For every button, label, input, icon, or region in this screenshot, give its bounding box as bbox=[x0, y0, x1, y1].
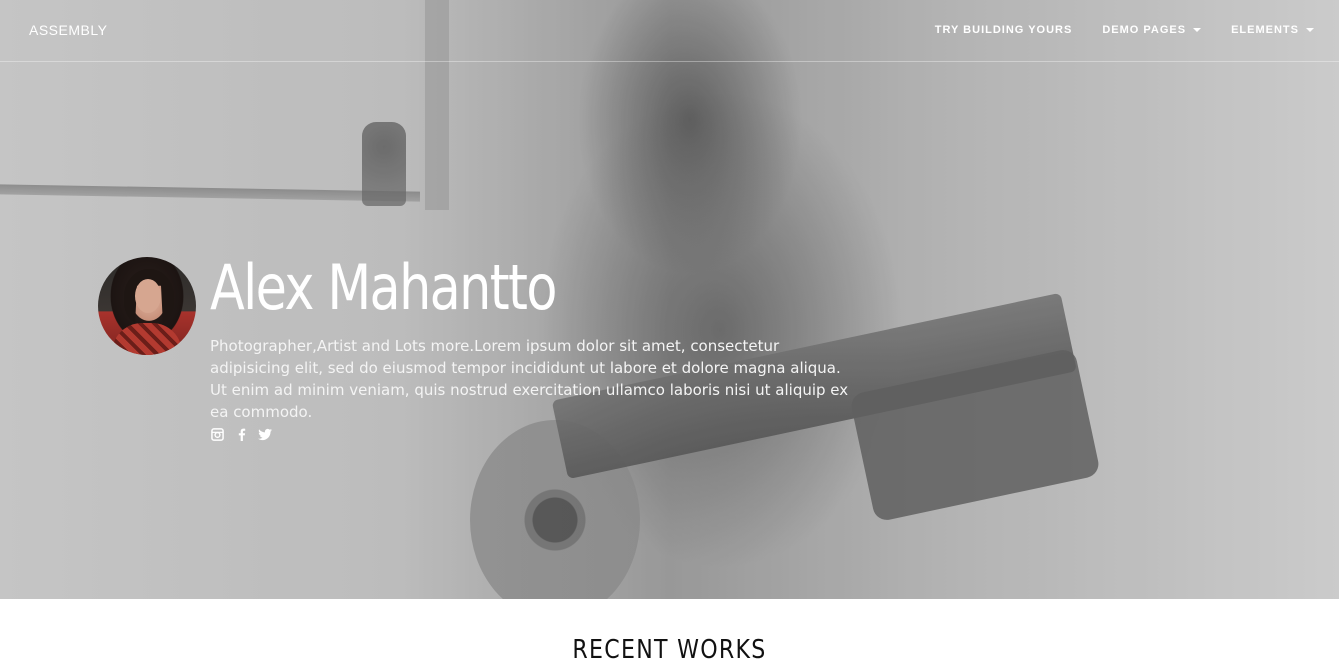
nav-link-try-building[interactable]: TRY BUILDING YOURS bbox=[935, 24, 1073, 36]
top-navbar: ASSEMBLY TRY BUILDING YOURS DEMO PAGES E… bbox=[0, 0, 1339, 62]
hero-overlay bbox=[0, 0, 1339, 599]
nav-link-label: ELEMENTS bbox=[1231, 24, 1299, 36]
nav-links: TRY BUILDING YOURS DEMO PAGES ELEMENTS bbox=[905, 24, 1314, 36]
hero-background-image bbox=[0, 0, 1339, 599]
recent-works-heading: RECENT WORKS bbox=[572, 635, 767, 665]
nav-link-demo-pages[interactable]: DEMO PAGES bbox=[1102, 24, 1202, 36]
brand-logo[interactable]: ASSEMBLY bbox=[29, 22, 107, 38]
profile-avatar bbox=[98, 257, 196, 355]
facebook-icon[interactable] bbox=[234, 427, 248, 441]
caret-down-icon bbox=[1193, 28, 1202, 32]
instagram-icon[interactable] bbox=[210, 427, 224, 441]
twitter-icon[interactable] bbox=[258, 427, 272, 441]
nav-link-label: DEMO PAGES bbox=[1102, 24, 1187, 36]
nav-link-label: TRY BUILDING YOURS bbox=[934, 24, 1073, 36]
nav-link-elements[interactable]: ELEMENTS bbox=[1231, 24, 1314, 36]
profile-name: Alex Mahantto bbox=[210, 251, 557, 324]
avatar-face bbox=[135, 279, 161, 313]
profile-description: Photographer,Artist and Lots more.Lorem … bbox=[210, 337, 849, 421]
caret-down-icon bbox=[1306, 28, 1314, 32]
avatar-shirt bbox=[112, 323, 182, 355]
social-links bbox=[210, 427, 272, 441]
